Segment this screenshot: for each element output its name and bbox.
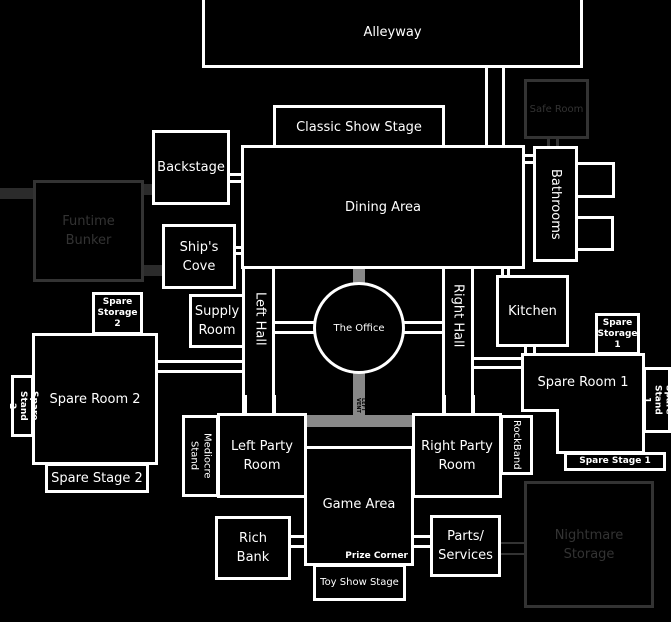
room-label: Funtime Bunker <box>62 214 115 248</box>
room-label: Bathrooms <box>548 168 563 240</box>
room-label: Game Area <box>322 496 396 512</box>
room-label: RockBand <box>511 420 522 470</box>
spare-room-1-corridor <box>474 366 524 369</box>
room-classic-show-stage[interactable]: Classic Show Stage <box>273 105 445 149</box>
room-spare-room-2[interactable]: Spare Room 2 <box>32 333 158 465</box>
alley-connector-right <box>502 66 505 146</box>
room-label: Left Hall <box>252 292 268 346</box>
room-label: Nightmare Storage <box>554 527 624 562</box>
room-rich-bank[interactable]: Rich Bank <box>215 516 291 580</box>
room-spare-storage-1[interactable]: Spare Storage 1 <box>595 313 640 355</box>
room-label: Classic Show Stage <box>296 119 422 135</box>
room-label: Toy Show Stage <box>320 577 399 588</box>
right-hall-frame <box>471 266 474 416</box>
room-label: Spare Stage 2 <box>51 470 143 486</box>
office-right-door <box>402 321 442 324</box>
room-backstage[interactable]: Backstage <box>152 130 230 205</box>
spare-room-2-corridor <box>157 370 245 373</box>
room-spare-stage-1[interactable]: Spare Stage 1 <box>564 452 666 471</box>
alley-connector-left <box>485 66 488 146</box>
room-label: Spare Storage 1 <box>597 317 638 350</box>
bath-stall-1 <box>575 162 615 198</box>
room-label: Ship's Cove <box>179 239 219 274</box>
backstage-door <box>228 180 242 183</box>
room-label: Spare Stand 2 <box>7 391 39 421</box>
room-label: Parts/ Services <box>438 529 493 563</box>
room-label: Safe Room <box>529 103 584 115</box>
room-label: Right Hall <box>450 284 466 348</box>
spare-room-1-outline <box>521 353 524 412</box>
room-label: Dining Area <box>344 199 421 215</box>
room-label: Spare Room 1 <box>537 375 629 390</box>
room-parts-services[interactable]: Parts/ Services <box>430 515 501 577</box>
backstage-door <box>228 173 242 176</box>
right-party-door <box>472 395 475 415</box>
nightmare-connector <box>500 542 526 544</box>
room-right-hall[interactable]: Right Hall <box>445 268 471 416</box>
room-game-area[interactable]: Game Area Prize Corner <box>304 446 414 566</box>
room-dining-area[interactable]: Dining Area <box>241 145 525 269</box>
bath-stall-2 <box>575 216 614 251</box>
room-spare-room-1[interactable]: Spare Room 1 <box>521 353 645 454</box>
room-toy-show-stage[interactable]: Toy Show Stage <box>313 564 406 601</box>
room-right-party-room[interactable]: Right Party Room <box>412 413 502 498</box>
room-label: Right Party Room <box>421 438 493 473</box>
room-label: Kitchen <box>508 303 557 319</box>
room-ships-cove[interactable]: Ship's Cove <box>162 224 236 289</box>
left-vent-corridor <box>306 415 412 427</box>
room-spare-stand-1[interactable]: Spare Stand 1 <box>641 367 671 433</box>
room-left-party-room[interactable]: Left Party Room <box>217 413 307 498</box>
vent-label: LEFT VENT <box>355 398 366 413</box>
room-kitchen[interactable]: Kitchen <box>496 275 569 347</box>
room-left-hall[interactable]: Left Hall <box>245 268 275 416</box>
room-label: Left Party Room <box>231 438 293 473</box>
room-mediocre-stand[interactable]: Mediocre Stand <box>182 415 219 497</box>
spare-room-1-corridor <box>474 357 524 360</box>
room-label: Mediocre Stand <box>188 433 213 479</box>
room-rockband[interactable]: RockBand <box>500 415 533 475</box>
spare-room-1-outline <box>556 409 559 454</box>
room-label: Spare Stand 1 <box>641 385 671 415</box>
room-label: Backstage <box>157 160 225 175</box>
office-right-door <box>402 331 442 334</box>
room-label: Spare Room 2 <box>49 391 141 407</box>
room-supply-room[interactable]: Supply Room <box>189 294 245 348</box>
room-spare-stand-2[interactable]: Spare Stand 2 <box>7 375 39 437</box>
bunker-path-west <box>0 188 36 199</box>
room-label: Spare Storage 2 <box>97 297 138 329</box>
room-label: Supply Room <box>194 304 240 338</box>
room-bathrooms[interactable]: Bathrooms <box>533 146 578 262</box>
room-label: Rich Bank <box>236 531 270 565</box>
room-label: Spare Stage 1 <box>579 456 651 466</box>
room-label: The Office <box>333 322 385 334</box>
room-label: Alleyway <box>363 25 422 40</box>
parts-door <box>412 545 432 548</box>
parts-door <box>412 535 432 538</box>
room-alleyway[interactable]: Alleyway <box>202 0 583 68</box>
room-nightmare-storage[interactable]: Nightmare Storage <box>524 481 654 608</box>
room-funtime-bunker[interactable]: Funtime Bunker <box>33 180 144 282</box>
room-the-office[interactable]: The Office <box>313 282 405 374</box>
room-safe-room[interactable]: Safe Room <box>524 79 589 139</box>
spare-room-1-outline <box>521 409 559 412</box>
room-spare-stage-2[interactable]: Spare Stage 2 <box>45 463 149 493</box>
office-left-door <box>275 321 315 324</box>
nightmare-connector <box>500 553 526 555</box>
spare-room-1-outline <box>521 353 645 356</box>
spare-room-2-corridor <box>157 360 245 363</box>
prize-corner-label[interactable]: Prize Corner <box>345 551 408 561</box>
bunker-path-cove <box>142 265 164 276</box>
top-vent <box>353 269 365 283</box>
room-spare-storage-2[interactable]: Spare Storage 2 <box>92 292 143 335</box>
office-left-door <box>275 331 315 334</box>
